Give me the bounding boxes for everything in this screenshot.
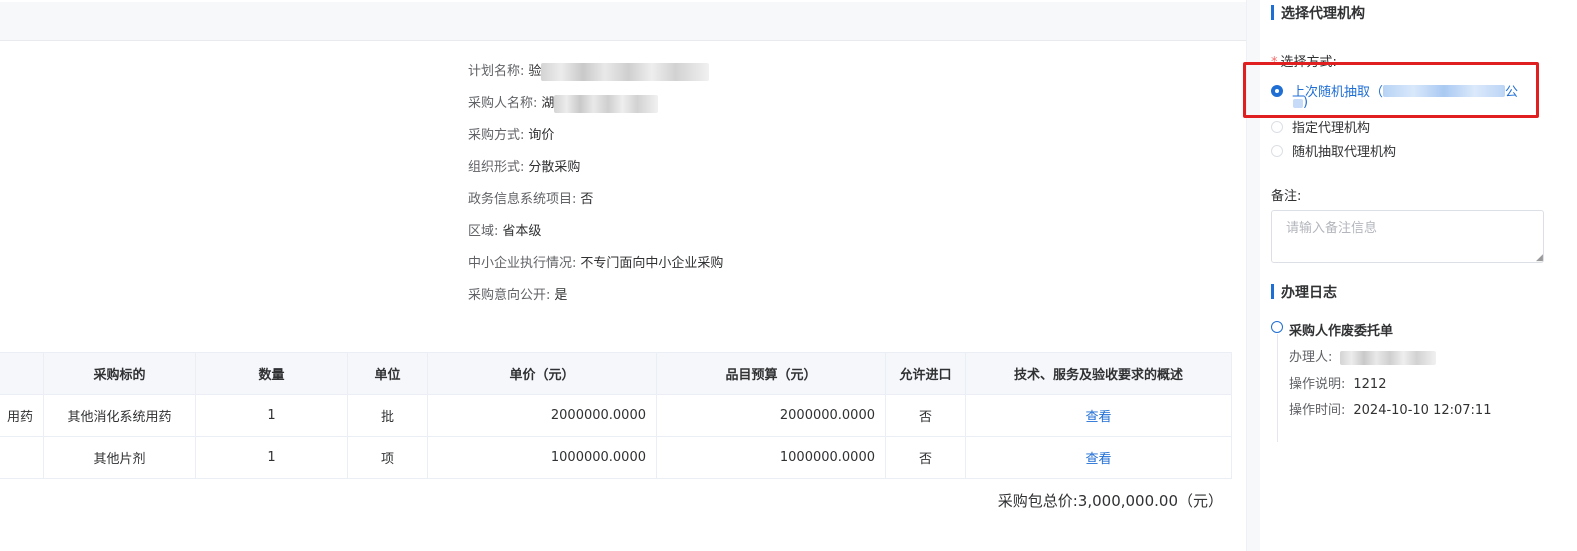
sme-label: 中小企业执行情况:	[468, 256, 577, 271]
cell-qty: 1	[195, 394, 348, 437]
sme-row: 中小企业执行情况: 不专门面向中小企业采购	[468, 252, 723, 284]
cell-qty: 1	[195, 436, 348, 479]
org-row: 组织形式: 分散采购	[468, 156, 723, 188]
column-header-unit: 单位	[347, 352, 428, 395]
timeline-line	[1277, 334, 1278, 442]
table-row: 用药 其他消化系统用药 1 批 2000000.0000 2000000.000…	[0, 394, 1232, 437]
column-header-qty: 数量	[195, 352, 348, 395]
log-desc-row: 操作说明: 1212	[1289, 373, 1386, 392]
total-value: 3,000,000.00（元）	[1077, 492, 1223, 510]
egov-value: 否	[580, 192, 594, 207]
cell-budget: 2000000.0000	[656, 394, 886, 437]
radio-unchecked-icon[interactable]	[1271, 144, 1283, 157]
column-header-budget: 品目预算（元）	[656, 352, 886, 395]
region-value: 省本级	[502, 224, 542, 239]
plan-name-row: 计划名称: 验	[468, 60, 723, 92]
cell-cut-text: 用药	[0, 394, 44, 437]
view-link[interactable]: 查看	[1085, 410, 1111, 425]
cell-import: 否	[885, 436, 966, 479]
cell-import: 否	[885, 394, 966, 437]
main-header-bar	[0, 2, 1246, 41]
log-handler-row: 办理人:	[1289, 346, 1437, 365]
purchaser-value: 湖	[541, 96, 555, 111]
intent-row: 采购意向公开: 是	[468, 284, 723, 316]
log-handler-label: 办理人:	[1289, 350, 1333, 365]
radio-random-agency-label[interactable]: 随机抽取代理机构	[1292, 145, 1396, 160]
radio-designated-label[interactable]: 指定代理机构	[1292, 121, 1370, 136]
egov-label: 政务信息系统项目:	[468, 192, 577, 207]
timeline-dot-icon	[1271, 321, 1283, 333]
region-label: 区域:	[468, 224, 499, 239]
table-header-row: 采购标的 数量 单位 单价（元） 品目预算（元） 允许进口 技术、服务及验收要求…	[0, 352, 1232, 395]
region-row: 区域: 省本级	[468, 220, 723, 252]
org-label: 组织形式:	[468, 160, 525, 175]
highlight-annotation-box	[1243, 62, 1539, 118]
log-time-row: 操作时间: 2024-10-10 12:07:11	[1289, 399, 1491, 418]
package-total: 采购包总价:3,000,000.00（元）	[998, 490, 1223, 511]
redacted-handler	[1340, 350, 1437, 365]
plan-name-label: 计划名称:	[468, 64, 525, 79]
log-section-title: 办理日志	[1271, 282, 1337, 302]
egov-row: 政务信息系统项目: 否	[468, 188, 723, 220]
radio-unchecked-icon[interactable]	[1271, 120, 1283, 133]
log-time-value: 2024-10-10 12:07:11	[1353, 403, 1492, 418]
log-entry-title: 采购人作废委托单	[1289, 324, 1394, 339]
radio-designated[interactable]: 指定代理机构	[1271, 117, 1370, 136]
cell-target: 其他消化系统用药	[43, 394, 196, 437]
log-desc-label: 操作说明:	[1289, 377, 1346, 392]
sme-value: 不专门面向中小企业采购	[580, 256, 724, 271]
method-value: 询价	[528, 128, 555, 143]
purchaser-row: 采购人名称: 湖	[468, 92, 723, 124]
column-header-summary: 技术、服务及验收要求的概述	[965, 352, 1232, 395]
column-header-cut	[0, 352, 44, 395]
purchaser-label: 采购人名称:	[468, 96, 538, 111]
cell-unit: 批	[347, 394, 428, 437]
column-header-target: 采购标的	[43, 352, 196, 395]
note-label: 备注:	[1271, 189, 1302, 204]
total-label: 采购包总价:	[997, 492, 1078, 510]
method-row: 采购方式: 询价	[468, 124, 723, 156]
log-time-label: 操作时间:	[1289, 403, 1346, 418]
method-label: 采购方式:	[468, 128, 525, 143]
cell-price: 1000000.0000	[427, 436, 657, 479]
view-link[interactable]: 查看	[1085, 452, 1111, 467]
cell-summary: 查看	[965, 436, 1232, 479]
log-desc-value: 1212	[1353, 377, 1387, 392]
intent-label: 采购意向公开:	[468, 288, 551, 303]
intent-value: 是	[554, 288, 568, 303]
plan-info-block: 计划名称: 验 采购人名称: 湖 采购方式: 询价 组织形式: 分散采购 政务信息系统项…	[468, 60, 723, 316]
resize-grip-icon[interactable]: ◢	[1536, 254, 1544, 263]
main-panel: 计划名称: 验 采购人名称: 湖 采购方式: 询价 组织形式: 分散采购 政务信息系统项…	[0, 0, 1246, 551]
agency-section-title: 选择代理机构	[1271, 3, 1365, 23]
procurement-items-table: 采购标的 数量 单位 单价（元） 品目预算（元） 允许进口 技术、服务及验收要求…	[0, 352, 1232, 479]
table-row: 其他片剂 1 项 1000000.0000 1000000.0000 否 查看	[0, 436, 1232, 479]
column-header-price: 单价（元）	[427, 352, 657, 395]
redacted-plan-name	[541, 62, 710, 81]
cell-unit: 项	[347, 436, 428, 479]
plan-name-value: 验	[528, 64, 542, 79]
radio-random-agency[interactable]: 随机抽取代理机构	[1271, 141, 1396, 160]
cell-summary: 查看	[965, 394, 1232, 437]
redacted-purchaser	[554, 94, 659, 113]
cell-budget: 1000000.0000	[656, 436, 886, 479]
cell-target: 其他片剂	[43, 436, 196, 479]
column-header-import: 允许进口	[885, 352, 966, 395]
cell-cut-text	[0, 436, 44, 479]
cell-price: 2000000.0000	[427, 394, 657, 437]
org-value: 分散采购	[528, 160, 581, 175]
note-input[interactable]	[1271, 210, 1544, 263]
